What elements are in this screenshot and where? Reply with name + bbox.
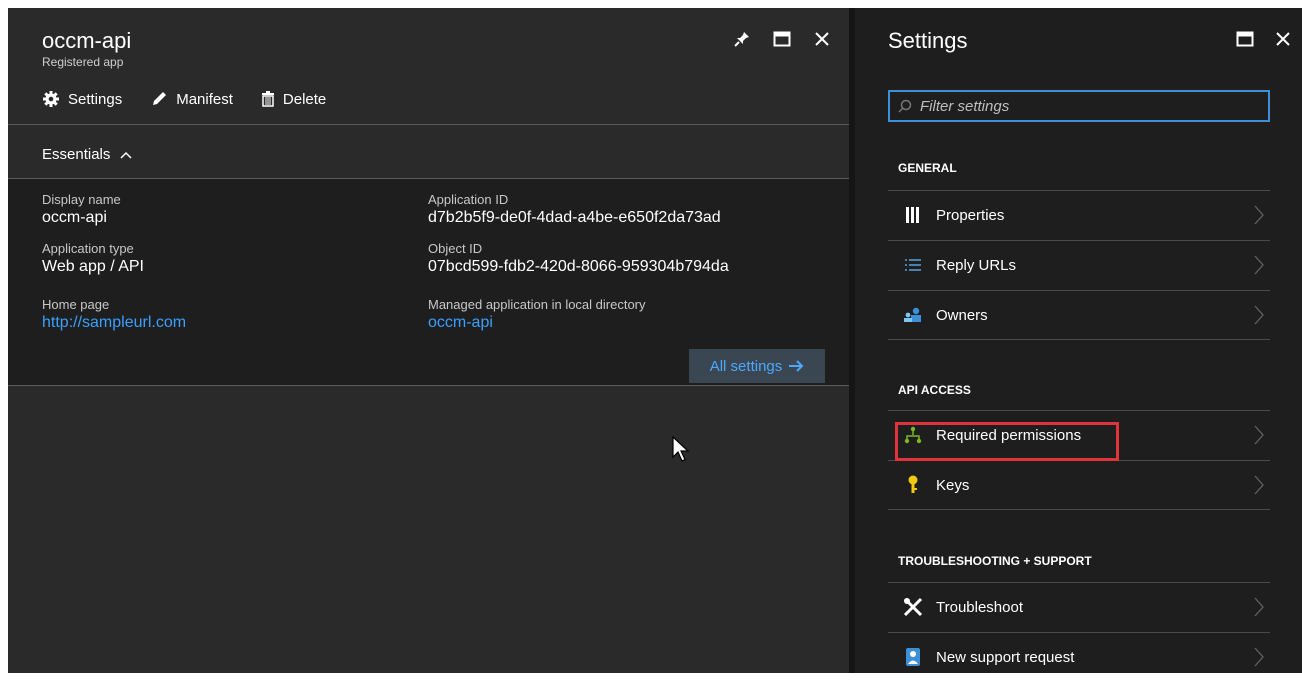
pin-icon[interactable] bbox=[731, 28, 753, 50]
menu-item-label: Troubleshoot bbox=[936, 598, 1023, 616]
settings-button[interactable]: Settings bbox=[42, 90, 122, 108]
section-troubleshooting: TROUBLESHOOTING + SUPPORT bbox=[898, 554, 1092, 568]
home-page-link[interactable]: http://sampleurl.com bbox=[42, 313, 186, 333]
arrow-right-icon bbox=[789, 360, 804, 372]
menu-item-label: Keys bbox=[936, 476, 970, 494]
divider bbox=[8, 124, 849, 125]
list-icon bbox=[898, 258, 928, 272]
menu-item-label: Reply URLs bbox=[936, 256, 1017, 274]
gear-icon bbox=[43, 91, 59, 107]
application-id-field: Application ID d7b2b5f9-de0f-4dad-a4be-e… bbox=[428, 192, 721, 228]
chevron-right-icon bbox=[1254, 305, 1264, 325]
home-page-field: Home page http://sampleurl.com bbox=[42, 297, 186, 333]
managed-application-field: Managed application in local directory o… bbox=[428, 297, 646, 333]
hierarchy-icon bbox=[898, 426, 928, 444]
menu-item-keys[interactable]: Keys bbox=[888, 460, 1270, 509]
users-icon bbox=[898, 307, 928, 323]
application-id-label: Application ID bbox=[428, 192, 509, 207]
object-id-field: Object ID 07bcd599-fdb2-420d-8066-959304… bbox=[428, 241, 729, 277]
chevron-right-icon bbox=[1254, 647, 1264, 667]
settings-header-controls bbox=[1234, 28, 1294, 50]
managed-application-link[interactable]: occm-api bbox=[428, 313, 646, 333]
manifest-button-label: Manifest bbox=[176, 90, 233, 108]
blade-title: occm-api bbox=[42, 28, 132, 53]
menu-item-reply-urls[interactable]: Reply URLs bbox=[888, 240, 1270, 289]
managed-application-label: Managed application in local directory bbox=[428, 297, 646, 312]
menu-item-label: New support request bbox=[936, 648, 1075, 666]
tools-icon bbox=[898, 597, 928, 617]
chevron-right-icon bbox=[1254, 255, 1264, 275]
blade-header-controls bbox=[731, 28, 833, 50]
blade-toolbar: Settings Manifest Delete bbox=[42, 90, 326, 108]
support-person-icon bbox=[898, 647, 928, 667]
essentials-toggle[interactable]: Essentials bbox=[42, 146, 132, 163]
home-page-label: Home page bbox=[42, 297, 110, 312]
filter-settings-input[interactable] bbox=[918, 96, 1262, 116]
display-name-value: occm-api bbox=[42, 209, 107, 226]
menu-item-troubleshoot[interactable]: Troubleshoot bbox=[888, 582, 1270, 631]
search-icon bbox=[898, 99, 912, 113]
chevron-right-icon bbox=[1254, 205, 1264, 225]
menu-item-new-support-request[interactable]: New support request bbox=[888, 632, 1270, 681]
chevron-right-icon bbox=[1254, 475, 1264, 495]
chevron-right-icon bbox=[1254, 425, 1264, 445]
menu-item-required-permissions[interactable]: Required permissions bbox=[888, 410, 1270, 459]
application-type-field: Application type Web app / API bbox=[42, 241, 144, 277]
all-settings-button[interactable]: All settings bbox=[689, 349, 825, 383]
display-name-field: Display name occm-api bbox=[42, 192, 121, 228]
menu-item-properties[interactable]: Properties bbox=[888, 190, 1270, 239]
menu-item-owners[interactable]: Owners bbox=[888, 290, 1270, 339]
menu-item-label: Properties bbox=[936, 206, 1005, 224]
application-id-value: d7b2b5f9-de0f-4dad-a4be-e650f2da73ad bbox=[428, 209, 721, 226]
menu-item-label: Required permissions bbox=[936, 426, 1082, 444]
chevron-right-icon bbox=[1254, 597, 1264, 617]
key-icon bbox=[898, 475, 928, 495]
maximize-icon[interactable] bbox=[1234, 28, 1256, 50]
all-settings-label: All settings bbox=[709, 357, 783, 375]
blade-subtitle: Registered app bbox=[42, 55, 124, 69]
delete-button-label: Delete bbox=[282, 90, 327, 108]
settings-title: Settings bbox=[888, 28, 968, 53]
pencil-icon bbox=[153, 92, 167, 105]
filter-settings-box[interactable] bbox=[888, 90, 1270, 122]
menu-item-label: Owners bbox=[936, 306, 988, 324]
object-id-label: Object ID bbox=[428, 241, 483, 256]
section-general: GENERAL bbox=[898, 161, 957, 175]
application-type-value: Web app / API bbox=[42, 258, 144, 275]
maximize-icon[interactable] bbox=[771, 28, 793, 50]
object-id-value: 07bcd599-fdb2-420d-8066-959304b794da bbox=[428, 258, 729, 275]
chevron-up-icon bbox=[120, 151, 132, 159]
section-api-access: API ACCESS bbox=[898, 383, 971, 397]
app-registration-blade: occm-api Registered app Settings Manifes… bbox=[8, 8, 849, 673]
menu-divider bbox=[888, 509, 1270, 510]
settings-button-label: Settings bbox=[68, 90, 123, 108]
close-icon[interactable] bbox=[811, 28, 833, 50]
properties-icon bbox=[898, 206, 928, 224]
trash-icon bbox=[261, 91, 274, 107]
close-icon[interactable] bbox=[1272, 28, 1294, 50]
essentials-panel: Display name occm-api Application type W… bbox=[8, 178, 849, 386]
delete-button[interactable]: Delete bbox=[261, 90, 326, 108]
display-name-label: Display name bbox=[42, 192, 121, 207]
essentials-label: Essentials bbox=[42, 146, 111, 163]
mouse-cursor-icon bbox=[672, 435, 692, 467]
menu-divider bbox=[888, 339, 1270, 340]
manifest-button[interactable]: Manifest bbox=[150, 90, 233, 108]
application-type-label: Application type bbox=[42, 241, 134, 256]
settings-blade: Settings GENERAL Properties Reply URLs O… bbox=[855, 8, 1302, 673]
